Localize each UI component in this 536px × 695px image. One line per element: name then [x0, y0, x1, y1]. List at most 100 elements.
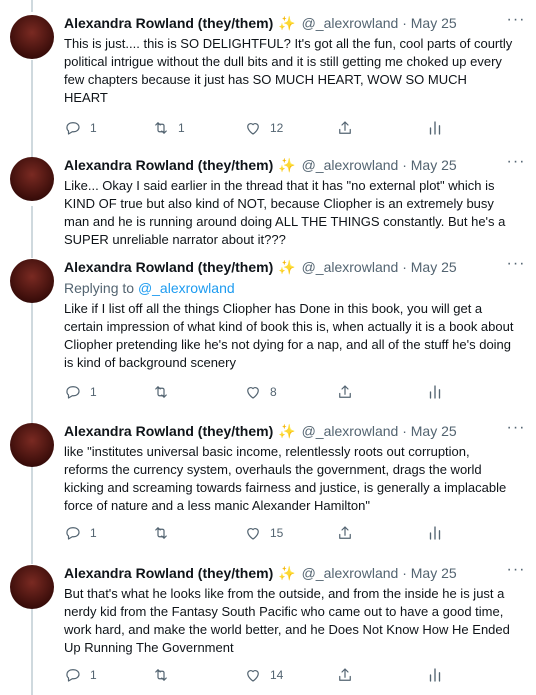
replying-to: Replying to @_alexrowland [64, 279, 235, 298]
tweet-date[interactable]: May 25 [411, 15, 457, 31]
tweet-text: Like... Okay I said earlier in the threa… [64, 178, 506, 247]
like-count: 14 [270, 668, 284, 682]
sparkles-icon: ✨ [278, 565, 296, 581]
like-button[interactable]: 8 [244, 382, 277, 402]
reply-count: 1 [90, 121, 97, 135]
tweet-header: Alexandra Rowland (they/them) ✨ @_alexrow… [64, 423, 457, 439]
retweet-button[interactable]: 1 [152, 118, 185, 138]
tweet[interactable]: Alexandra Rowland (they/them) ✨ @_alexrow… [0, 562, 536, 693]
tweet-header: Alexandra Rowland (they/them) ✨ @_alexrow… [64, 565, 457, 581]
tweet-date[interactable]: May 25 [411, 259, 457, 275]
like-icon [247, 528, 259, 540]
like-button[interactable]: 14 [244, 665, 283, 685]
analytics-icon [429, 121, 441, 135]
retweet-icon [155, 386, 167, 398]
tweet-actions: 1 15 [64, 523, 464, 543]
retweet-button[interactable] [152, 665, 178, 685]
reply-button[interactable]: 1 [64, 382, 97, 402]
more-icon[interactable]: ··· [506, 562, 526, 583]
tweet-actions: 1 8 [64, 382, 464, 402]
reply-count: 1 [90, 526, 97, 540]
retweet-icon [155, 122, 167, 134]
reply-button[interactable]: 1 [64, 665, 97, 685]
tweet-text: Like if I list off all the things Clioph… [64, 301, 514, 370]
tweet-header: Alexandra Rowland (they/them) ✨ @_alexrow… [64, 157, 457, 173]
reply-button[interactable]: 1 [64, 118, 97, 138]
author-handle[interactable]: @_alexrowland [302, 565, 399, 581]
tweet-actions: 1 1 12 [64, 118, 464, 138]
more-icon[interactable]: ··· [506, 12, 526, 33]
tweet[interactable]: Alexandra Rowland (they/them) ✨ @_alexrow… [0, 12, 536, 143]
share-button[interactable] [336, 118, 354, 138]
tweet-actions: 1 14 [64, 665, 464, 685]
author-name[interactable]: Alexandra Rowland (they/them) [64, 565, 273, 581]
author-handle[interactable]: @_alexrowland [302, 259, 399, 275]
reply-count: 1 [90, 385, 97, 399]
analytics-icon [429, 668, 441, 682]
share-button[interactable] [336, 382, 354, 402]
retweet-count: 1 [178, 121, 185, 135]
avatar[interactable] [10, 423, 54, 467]
like-icon [247, 123, 259, 135]
tweet-text: This is just.... this is SO DELIGHTFUL? … [64, 36, 513, 105]
author-handle[interactable]: @_alexrowland [302, 157, 399, 173]
share-icon [339, 121, 351, 134]
sparkles-icon: ✨ [278, 259, 296, 275]
like-button[interactable]: 12 [244, 118, 283, 138]
avatar[interactable] [10, 157, 54, 201]
share-icon [339, 668, 351, 681]
author-handle[interactable]: @_alexrowland [302, 423, 399, 439]
like-count: 8 [270, 385, 277, 399]
reply-icon [66, 669, 80, 682]
avatar[interactable] [10, 15, 54, 59]
retweet-button[interactable] [152, 523, 178, 543]
more-icon[interactable]: ··· [506, 154, 526, 175]
like-icon [247, 670, 259, 682]
analytics-button[interactable] [426, 118, 444, 138]
retweet-button[interactable] [152, 382, 178, 402]
reply-icon [66, 527, 80, 540]
sparkles-icon: ✨ [278, 15, 296, 31]
like-button[interactable]: 15 [244, 523, 283, 543]
like-count: 12 [270, 121, 284, 135]
analytics-button[interactable] [426, 382, 444, 402]
author-name[interactable]: Alexandra Rowland (they/them) [64, 157, 273, 173]
reply-icon [66, 386, 80, 399]
replying-to-label: Replying to [64, 280, 135, 296]
author-name[interactable]: Alexandra Rowland (they/them) [64, 423, 273, 439]
reply-count: 1 [90, 668, 97, 682]
sparkles-icon: ✨ [278, 423, 296, 439]
like-count: 15 [270, 526, 284, 540]
analytics-icon [429, 385, 441, 399]
tweet-date[interactable]: May 25 [411, 423, 457, 439]
thread-line [31, 0, 33, 12]
tweet[interactable]: Alexandra Rowland (they/them) ✨ @_alexrow… [0, 420, 536, 551]
avatar[interactable] [10, 565, 54, 609]
tweet[interactable]: Alexandra Rowland (they/them) ✨ @_alexrow… [0, 256, 536, 407]
author-handle[interactable]: @_alexrowland [302, 15, 399, 31]
share-button[interactable] [336, 665, 354, 685]
retweet-icon [155, 527, 167, 539]
like-icon [247, 387, 259, 399]
tweet-header: Alexandra Rowland (they/them) ✨ @_alexrow… [64, 259, 457, 275]
reply-icon [66, 122, 80, 135]
analytics-button[interactable] [426, 523, 444, 543]
avatar[interactable] [10, 259, 54, 303]
tweet-thread: Alexandra Rowland (they/them) ✨ @_alexrow… [0, 0, 536, 695]
reply-button[interactable]: 1 [64, 523, 97, 543]
author-name[interactable]: Alexandra Rowland (they/them) [64, 15, 273, 31]
tweet-date[interactable]: May 25 [411, 157, 457, 173]
analytics-button[interactable] [426, 665, 444, 685]
replying-to-link[interactable]: @_alexrowland [138, 280, 235, 296]
share-icon [339, 526, 351, 539]
share-icon [339, 385, 351, 398]
more-icon[interactable]: ··· [506, 420, 526, 441]
more-icon[interactable]: ··· [506, 256, 526, 277]
analytics-icon [429, 526, 441, 540]
share-button[interactable] [336, 523, 354, 543]
sparkles-icon: ✨ [278, 157, 296, 173]
tweet-text: like "institutes universal basic income,… [64, 444, 507, 513]
tweet[interactable]: Alexandra Rowland (they/them) ✨ @_alexrow… [0, 154, 536, 250]
author-name[interactable]: Alexandra Rowland (they/them) [64, 259, 273, 275]
tweet-date[interactable]: May 25 [411, 565, 457, 581]
